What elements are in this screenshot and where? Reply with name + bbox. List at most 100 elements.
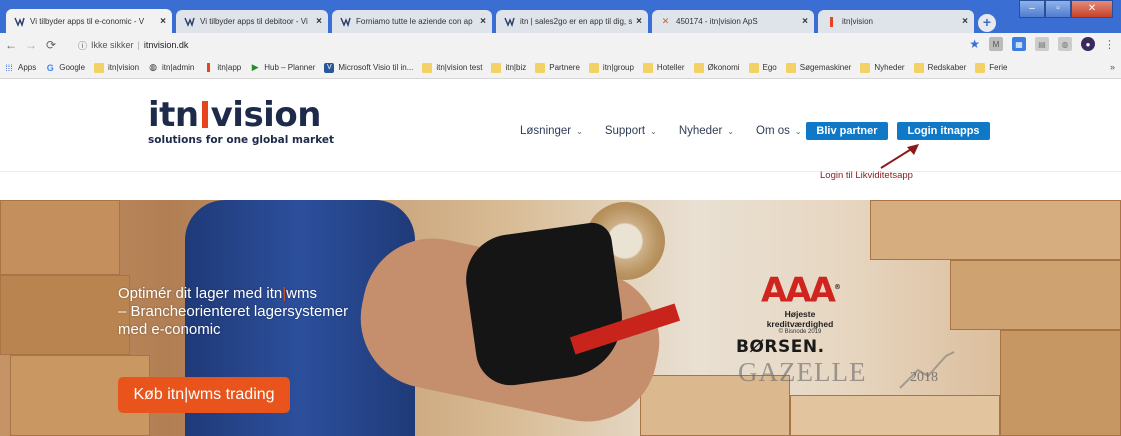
bookmark-folder[interactable]: itn|vision test: [422, 62, 482, 73]
gazelle-logo: GAZELLE: [738, 357, 867, 387]
bookmark-star-icon[interactable]: ★: [969, 37, 980, 51]
bookmark-folder[interactable]: Partnere: [535, 62, 580, 73]
tab-title: Vi tilbyder apps til e-conomic - V: [30, 16, 145, 26]
nav-item-losninger[interactable]: Løsninger ⌄: [520, 125, 583, 137]
bookmark-item[interactable]: ▶ Hub – Planner: [250, 62, 316, 73]
close-icon[interactable]: ×: [480, 16, 486, 27]
browser-tab[interactable]: Vi tilbyder apps til e-conomic - V ×: [6, 9, 172, 33]
extension-icon[interactable]: ◍: [1058, 37, 1072, 51]
login-annotation: Login til Likviditetsapp: [820, 170, 913, 181]
hero-line: Optimér dit lager med itn: [118, 285, 283, 302]
maximize-button[interactable]: ▫: [1045, 0, 1071, 18]
browser-tab[interactable]: Forniamo tutte le aziende con ap ×: [332, 10, 492, 33]
info-icon[interactable]: ⓘ: [78, 39, 87, 52]
reload-icon[interactable]: ⟳: [42, 38, 60, 52]
folder-icon: [94, 62, 105, 73]
folder-icon: [785, 62, 796, 73]
hero-line: – Brancheorienteret lagersystemer: [118, 303, 349, 320]
buy-wms-trading-button[interactable]: Køb itn|wms trading: [118, 377, 290, 413]
bookmark-item[interactable]: V Microsoft Visio til in...: [324, 62, 413, 73]
minimize-button[interactable]: –: [1019, 0, 1045, 18]
gmail-extension-icon[interactable]: M: [989, 37, 1003, 51]
main-navigation: Løsninger ⌄ Support ⌄ Nyheder ⌄ Om os ⌄: [520, 125, 802, 137]
bookmark-folder[interactable]: Søgemaskiner: [785, 62, 851, 73]
bookmark-folder[interactable]: Ferie: [975, 62, 1008, 73]
extension-icon[interactable]: ▤: [1035, 37, 1049, 51]
globe-icon: ◍: [149, 62, 157, 72]
folder-icon: [748, 62, 759, 73]
new-tab-button[interactable]: +: [978, 14, 996, 32]
nav-label: Om os: [756, 125, 790, 137]
menu-icon[interactable]: ⋮: [1104, 38, 1115, 51]
close-icon[interactable]: ×: [962, 16, 968, 27]
bookmark-label: Økonomi: [707, 63, 740, 72]
profile-avatar-icon[interactable]: ●: [1081, 37, 1095, 51]
cta-label: Køb itn: [133, 386, 185, 403]
site-logo[interactable]: itn vision solutions for one global marke…: [148, 98, 334, 146]
bookmark-apps[interactable]: ⁞⁞⁞ Apps: [4, 63, 36, 73]
bookmark-folder[interactable]: itn|vision: [94, 62, 139, 73]
bookmark-folder[interactable]: Økonomi: [693, 62, 740, 73]
chevron-down-icon: ⌄: [727, 127, 734, 136]
login-itnapps-button[interactable]: Login itnapps: [897, 122, 990, 140]
back-icon[interactable]: ←: [2, 38, 20, 52]
bookmark-folder[interactable]: Nyheder: [860, 62, 905, 73]
bookmark-label: Redskaber: [927, 63, 967, 72]
folder-icon: [860, 62, 871, 73]
bookmark-label: Nyheder: [874, 63, 905, 72]
cardboard-box: [0, 275, 130, 355]
bookmark-google[interactable]: G Google: [45, 63, 85, 73]
browser-tab[interactable]: itn|vision ×: [818, 10, 974, 33]
close-icon[interactable]: ×: [160, 16, 166, 27]
bookmark-folder[interactable]: Redskaber: [913, 62, 967, 73]
bookmarks-overflow-button[interactable]: »: [1110, 62, 1115, 72]
browser-tab[interactable]: itn | sales2go er en app til dig, sc ×: [496, 10, 648, 33]
nav-item-support[interactable]: Support ⌄: [605, 125, 657, 137]
folder-icon: [642, 62, 653, 73]
nav-item-nyheder[interactable]: Nyheder ⌄: [679, 125, 734, 137]
cardboard-box: [870, 200, 1121, 260]
folder-icon: [693, 62, 704, 73]
window-controls: – ▫ ✕: [1019, 0, 1113, 18]
hub-planner-icon: ▶: [251, 62, 259, 72]
close-window-button[interactable]: ✕: [1071, 0, 1113, 18]
bookmark-label: itn|app: [217, 63, 242, 72]
become-partner-button[interactable]: Bliv partner: [806, 122, 888, 140]
cardboard-box: [0, 200, 120, 275]
forward-icon[interactable]: →: [22, 38, 40, 52]
nav-item-om-os[interactable]: Om os ⌄: [756, 125, 802, 137]
itn-icon: [203, 63, 213, 73]
url-text: itnvision.dk: [143, 40, 189, 50]
browser-tab-strip: Vi tilbyder apps til e-conomic - V × Vi …: [0, 0, 1121, 33]
bookmark-item[interactable]: ◍ itn|admin: [148, 62, 194, 73]
itn-favicon-icon: [184, 16, 195, 27]
browser-tab[interactable]: Vi tilbyder apps til debitoor - Vi ×: [176, 10, 328, 33]
bookmark-label: Hoteller: [656, 63, 685, 72]
close-icon[interactable]: ×: [636, 16, 642, 27]
hero-headline: Optimér dit lager med itn|wms – Brancheo…: [118, 285, 348, 339]
close-icon[interactable]: ×: [802, 16, 808, 27]
bookmark-item[interactable]: itn|app: [203, 63, 241, 73]
bookmark-folder[interactable]: Ego: [748, 62, 777, 73]
address-bar[interactable]: ⓘ Ikke sikker | itnvision.dk: [78, 36, 963, 54]
logo-wordmark: itn vision: [148, 98, 334, 132]
close-icon[interactable]: ×: [316, 16, 322, 27]
bookmark-label: Apps: [18, 63, 37, 72]
bookmark-label: itn|biz: [505, 63, 527, 72]
bookmark-folder[interactable]: itn|biz: [491, 62, 527, 73]
tab-title: 450174 - itn|vision ApS: [676, 17, 758, 26]
nav-label: Nyheder: [678, 125, 723, 137]
cardboard-box: [790, 395, 1000, 436]
aaa-text: AAA: [761, 270, 836, 311]
bookmark-label: itn|group: [602, 63, 634, 72]
bookmark-label: Ego: [762, 63, 777, 72]
bookmark-folder[interactable]: itn|group: [588, 62, 634, 73]
bookmark-label: Google: [59, 63, 86, 72]
calendar-extension-icon[interactable]: ▦: [1012, 37, 1026, 51]
itn-favicon-icon: [340, 16, 351, 27]
folder-icon: [535, 62, 546, 73]
bookmark-label: Partnere: [549, 63, 580, 72]
cardboard-box: [950, 260, 1121, 330]
bookmark-folder[interactable]: Hoteller: [642, 62, 685, 73]
browser-tab[interactable]: ✕ 450174 - itn|vision ApS ×: [652, 10, 814, 33]
